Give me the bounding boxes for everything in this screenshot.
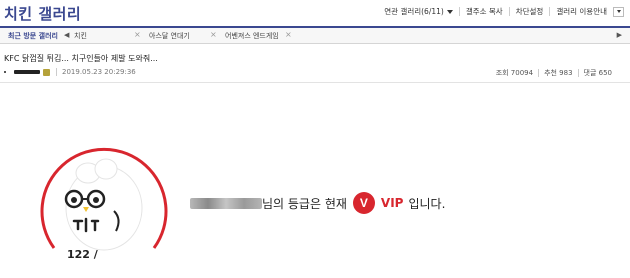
next-arrow-icon[interactable]: ▶ [617,31,622,39]
more-menu-button[interactable] [613,6,624,17]
caret-down-icon [446,9,453,14]
divider [549,7,551,16]
divider [577,69,579,77]
author-name-redacted[interactable] [14,70,40,74]
recent-item-chicken[interactable]: 치킨 [74,31,87,41]
recent-galleries-label: 최근 방문 갤러리 [8,32,58,40]
divider [538,69,540,77]
divider [458,7,460,16]
grade-suffix: 님의 등급은 현재 [262,196,347,211]
caret-down-icon [616,10,621,13]
post-meta: 2019.05.23 20:29:36 [4,66,136,78]
post-datetime: 2019.05.23 20:29:36 [62,68,136,76]
prev-arrow-icon[interactable]: ◀ [64,31,69,39]
grade-ending: 입니다. [408,196,446,211]
divider [508,7,510,16]
recent-galleries-bar: 최근 방문 갤러리 ◀ 치킨 × 아스달 연대기 × 어벤져스 엔드게임 × ▶ [0,26,630,44]
vip-badge-icon: V [352,192,375,214]
close-icon[interactable]: × [210,30,217,39]
recent-item-endgame[interactable]: 어벤져스 엔드게임 [225,31,279,41]
recommend-count: 추천 983 [544,69,573,77]
related-gallery-button[interactable]: 연관 갤러리(6/11) [384,6,453,17]
post-divider [0,82,630,83]
related-gallery-label: 연관 갤러리(6/11) [384,7,444,16]
copy-address-button[interactable]: 갤주소 복사 [466,6,503,17]
close-icon[interactable]: × [285,30,292,39]
grade-level: VIP [380,196,404,210]
gallery-header: 치킨 갤러리 연관 갤러리(6/11) 갤주소 복사 차단설정 갤러리 이용안내 [0,0,630,26]
fixed-nick-icon [43,68,50,76]
grade-gauge [40,147,168,251]
grade-score: 122 / [67,248,98,261]
avatar-mascot-icon [64,158,143,251]
block-settings-button[interactable]: 차단설정 [516,6,544,17]
close-icon[interactable]: × [134,30,141,39]
author-bullet [4,71,6,73]
header-menu: 연관 갤러리(6/11) 갤주소 복사 차단설정 갤러리 이용안내 [384,6,624,17]
recent-item-arthdal[interactable]: 아스달 연대기 [149,31,190,41]
gallery-info-button[interactable]: 갤러리 이용안내 [556,6,607,17]
comment-count: 댓글 650 [583,69,612,77]
grade-message: 님의 등급은 현재 V VIP 입니다. [190,192,445,214]
divider [56,68,57,76]
post-stats: 조회 70094 추천 983 댓글 650 [496,68,612,78]
post-title: KFC 닭껍질 튀김... 치구인들아 제발 도와줘... [4,54,158,63]
view-count: 조회 70094 [495,69,534,77]
nickname-redacted [190,197,262,209]
gallery-title[interactable]: 치킨 갤러리 [4,3,81,24]
